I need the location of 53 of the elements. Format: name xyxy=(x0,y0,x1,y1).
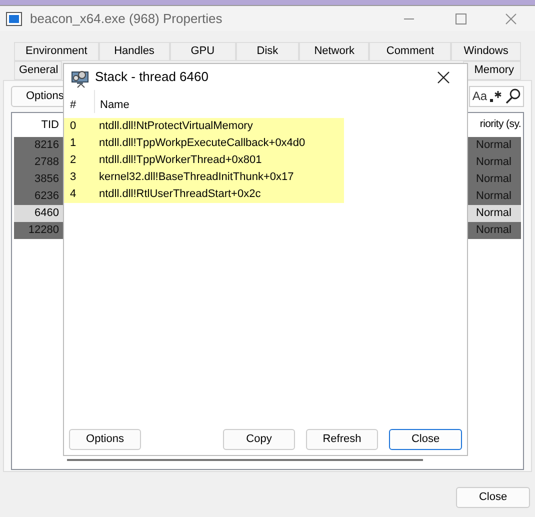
table-cell-text: 2788 xyxy=(34,155,59,170)
copy-button[interactable]: Copy xyxy=(223,429,295,450)
options-button[interactable]: Options xyxy=(69,429,141,450)
column-header[interactable]: Name xyxy=(94,90,130,113)
tab[interactable]: Network xyxy=(299,42,370,61)
tab[interactable]: General xyxy=(14,61,62,80)
stack-frame-row[interactable]: 3 kernel32.dll!BaseThreadInitThunk+0x17 xyxy=(64,169,344,186)
maximize-icon[interactable] xyxy=(455,12,467,24)
stack-frame-row[interactable]: 0 ntdll.dll!NtProtectVirtualMemory xyxy=(64,118,344,135)
table-cell-text: Normal xyxy=(476,206,512,222)
tab[interactable]: Environment xyxy=(14,42,99,61)
column-header[interactable]: riority (sy. xyxy=(480,117,521,133)
tab[interactable]: Windows xyxy=(451,42,521,61)
tab[interactable]: GPU xyxy=(170,42,236,61)
search-icon[interactable] xyxy=(505,88,521,104)
table-cell-text: 2 xyxy=(69,153,78,168)
table-cell-text: 6236 xyxy=(34,189,59,204)
table-cell-text: ntdll.dll!TppWorkpExecuteCallback+0x4d0 xyxy=(98,136,306,152)
table-cell-text: Normal xyxy=(476,138,512,154)
window-title: beacon_x64.exe (968) Properties xyxy=(30,10,222,28)
regex-icon[interactable] xyxy=(489,89,503,103)
table-cell-text: 8216 xyxy=(34,138,59,154)
table-cell-text: 12280 xyxy=(27,223,59,238)
tab[interactable]: Memory xyxy=(463,61,521,80)
tab[interactable]: Disk xyxy=(236,42,300,61)
table-cell-text: 3 xyxy=(69,170,78,186)
table-cell-text: 1 xyxy=(69,136,78,152)
sort-caret-icon xyxy=(77,82,85,88)
close-icon[interactable] xyxy=(437,70,450,84)
monitor-gear-icon xyxy=(71,69,89,85)
table-cell-text: Normal xyxy=(476,189,512,204)
table-cell-text: Normal xyxy=(476,223,512,238)
tab[interactable]: Comment xyxy=(369,42,452,61)
stack-frame-row[interactable]: 1 ntdll.dll!TppWorkpExecuteCallback+0x4d0 xyxy=(64,135,344,152)
table-cell-text: 4 xyxy=(69,187,78,202)
tab[interactable]: Handles xyxy=(98,42,170,61)
table-cell-text: ntdll.dll!NtProtectVirtualMemory xyxy=(98,119,253,134)
table-cell-text: ntdll.dll!RtlUserThreadStart+0x2c xyxy=(98,187,261,202)
refresh-button[interactable]: Refresh xyxy=(306,429,378,450)
column-header[interactable]: TID xyxy=(14,116,59,134)
window-icon xyxy=(6,12,22,26)
dialog-title: Stack - thread 6460 xyxy=(95,68,208,86)
stack-frame-row[interactable]: 2 ntdll.dll!TppWorkerThread+0x801 xyxy=(64,152,344,169)
table-cell-text: 0 xyxy=(69,119,78,134)
stack-frame-row[interactable]: 4 ntdll.dll!RtlUserThreadStart+0x2c xyxy=(64,186,344,203)
close-button[interactable]: Close xyxy=(389,429,462,450)
table-cell-text: 3856 xyxy=(34,172,59,188)
table-cell-text: kernel32.dll!BaseThreadInitThunk+0x17 xyxy=(98,170,294,186)
table-cell-text: Normal xyxy=(476,172,512,188)
table-cell-text: ntdll.dll!TppWorkerThread+0x801 xyxy=(98,153,262,168)
close-button[interactable]: Close xyxy=(456,487,530,508)
table-cell-text: Normal xyxy=(476,155,512,170)
table-cell-text: 6460 xyxy=(34,206,59,222)
